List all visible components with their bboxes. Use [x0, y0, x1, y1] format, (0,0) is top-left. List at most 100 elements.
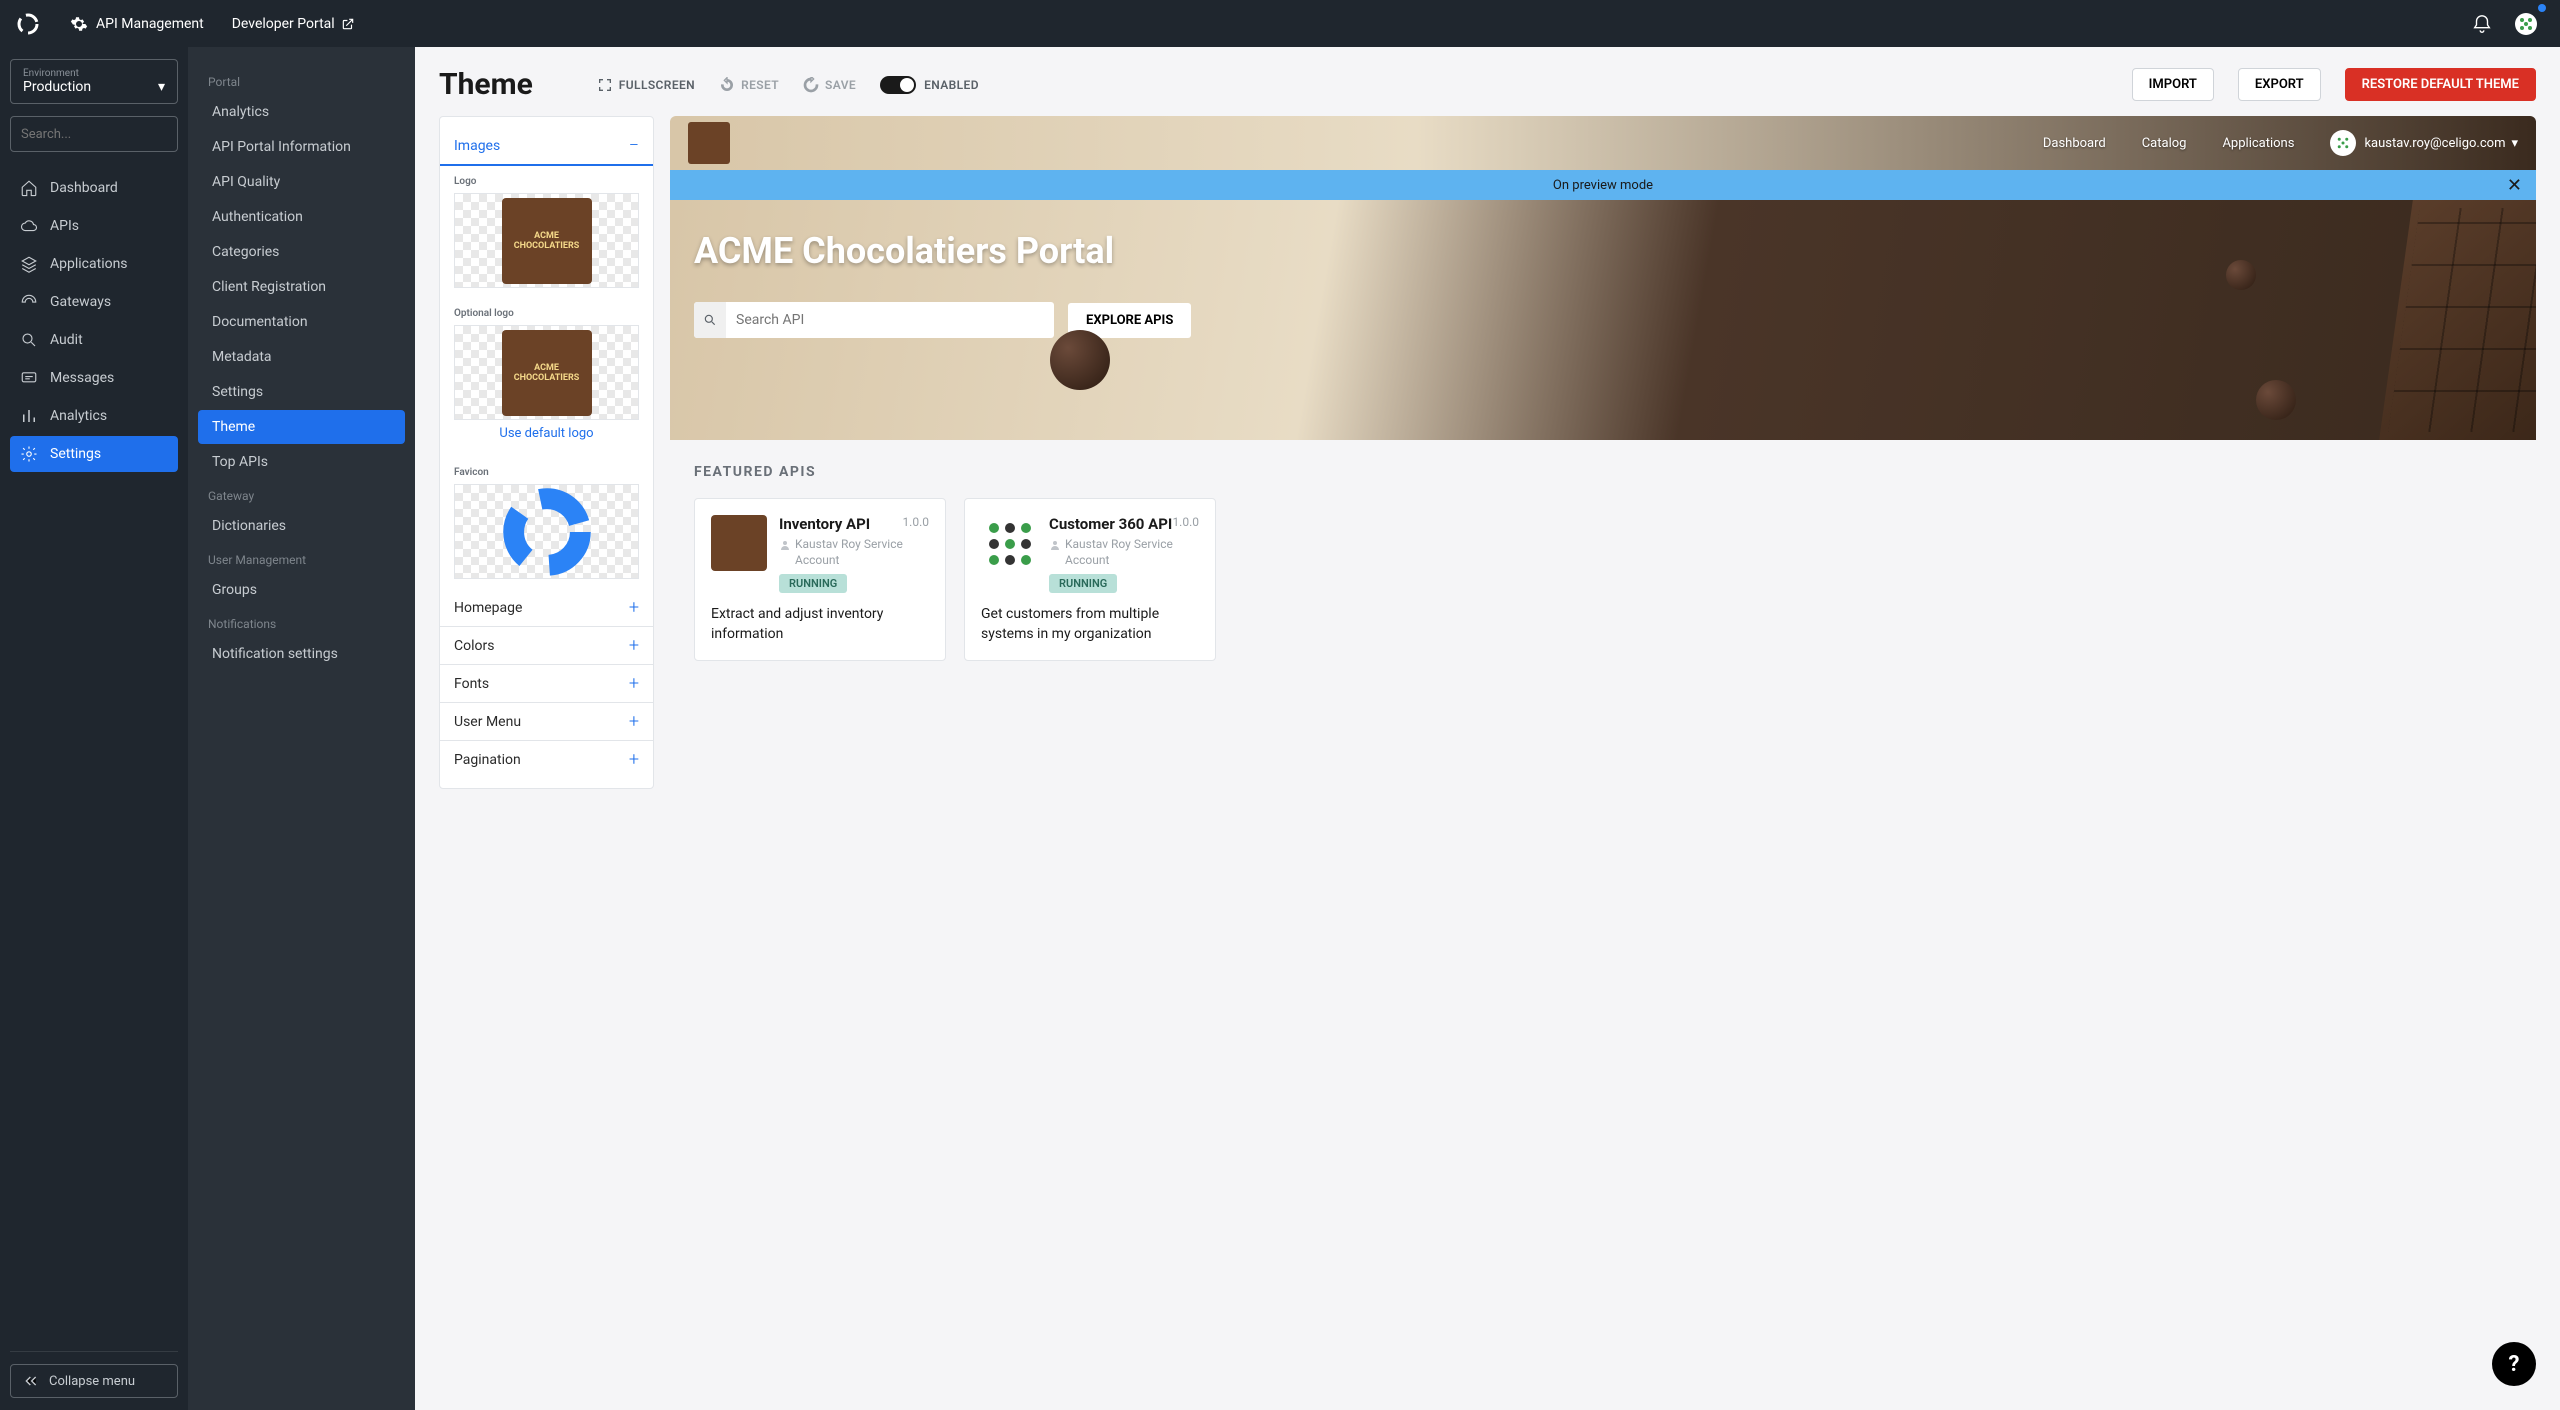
nav-apis[interactable]: APIs	[10, 208, 178, 244]
preview-nav-dashboard[interactable]: Dashboard	[2043, 136, 2106, 151]
nav-label: Dashboard	[50, 180, 118, 196]
preview-avatar-icon	[2330, 130, 2356, 156]
fullscreen-button[interactable]: FULLSCREEN	[597, 77, 695, 93]
nav-messages[interactable]: Messages	[10, 360, 178, 396]
restore-default-button[interactable]: RESTORE DEFAULT THEME	[2345, 68, 2536, 101]
preview-logo-icon	[688, 122, 730, 164]
toggle-switch[interactable]	[880, 76, 916, 94]
sub-item-notification-settings[interactable]: Notification settings	[198, 637, 405, 671]
environment-value: Production	[23, 79, 91, 95]
notifications-button[interactable]	[2464, 6, 2500, 42]
sub-item-groups[interactable]: Groups	[198, 573, 405, 607]
api-card-logo-icon	[981, 515, 1037, 571]
save-button[interactable]: SAVE	[803, 77, 856, 93]
plus-icon: +	[629, 749, 639, 770]
export-button[interactable]: EXPORT	[2238, 68, 2321, 101]
logo-preview[interactable]: ACMECHOCOLATIERS	[454, 193, 639, 288]
preview-user-menu[interactable]: kaustav.roy@celigo.com ▾	[2330, 130, 2518, 156]
plus-icon: +	[629, 673, 639, 694]
api-card-logo-icon	[711, 515, 767, 571]
import-button[interactable]: IMPORT	[2132, 68, 2214, 101]
environment-selector[interactable]: Environment Production ▾	[10, 59, 178, 104]
sub-item-dictionaries[interactable]: Dictionaries	[198, 509, 405, 543]
sub-item-api-portal-info[interactable]: API Portal Information	[198, 130, 405, 164]
topbar-developer-portal[interactable]: Developer Portal	[218, 16, 377, 32]
accordion-user-menu[interactable]: User Menu+	[440, 703, 653, 741]
accordion-label: User Menu	[454, 714, 521, 730]
nav-settings[interactable]: Settings	[10, 436, 178, 472]
preview-nav-applications[interactable]: Applications	[2222, 136, 2294, 151]
nav-label: Messages	[50, 370, 114, 386]
sidebar: Environment Production ▾ Dashboard APIs A…	[0, 47, 188, 1410]
preview-mode-banner: On preview mode ✕	[670, 170, 2536, 200]
accordion-pagination[interactable]: Pagination+	[440, 741, 653, 778]
optional-logo-preview[interactable]: ACMECHOCOLATIERS	[454, 325, 639, 420]
sub-item-documentation[interactable]: Documentation	[198, 305, 405, 339]
external-link-icon	[341, 17, 355, 31]
collapse-label: Collapse menu	[49, 1374, 135, 1389]
accordion-fonts[interactable]: Fonts +	[440, 665, 653, 703]
sub-item-categories[interactable]: Categories	[198, 235, 405, 269]
nav-audit[interactable]: Audit	[10, 322, 178, 358]
accordion-homepage[interactable]: Homepage+	[440, 589, 653, 627]
reset-icon	[719, 77, 735, 93]
page-title: Theme	[439, 67, 533, 102]
nav-analytics[interactable]: Analytics	[10, 398, 178, 434]
preview-search-box[interactable]	[694, 302, 1054, 338]
sub-item-api-quality[interactable]: API Quality	[198, 165, 405, 199]
use-default-logo-link[interactable]: Use default logo	[454, 420, 639, 447]
sub-item-theme[interactable]: Theme	[198, 410, 405, 444]
optional-logo-label: Optional logo	[454, 308, 639, 319]
chevron-down-icon: ▾	[2511, 136, 2518, 151]
accordion-images[interactable]: Images −	[440, 127, 653, 166]
main-content: Theme FULLSCREEN RESET SAVE ENABLED IMPO…	[415, 47, 2560, 1410]
app-logo-icon	[16, 12, 40, 36]
favicon-icon	[497, 482, 597, 582]
sub-item-top-apis[interactable]: Top APIs	[198, 445, 405, 479]
chocolate-sphere-decoration	[1050, 330, 1110, 390]
topbar: API Management Developer Portal	[0, 0, 2560, 47]
user-avatar-button[interactable]	[2508, 6, 2544, 42]
close-banner-button[interactable]: ✕	[2507, 175, 2522, 196]
acme-logo-icon: ACMECHOCOLATIERS	[502, 198, 592, 284]
featured-heading: FEATURED APIS	[694, 464, 2512, 480]
favicon-label: Favicon	[454, 467, 639, 478]
accordion-label: Fonts	[454, 676, 489, 692]
collapse-icon	[23, 1373, 39, 1389]
topbar-developer-portal-label: Developer Portal	[232, 16, 335, 32]
nav-label: Gateways	[50, 294, 111, 310]
settings-icon	[20, 445, 38, 463]
preview-nav-catalog[interactable]: Catalog	[2142, 136, 2187, 151]
audit-icon	[20, 331, 38, 349]
sub-item-metadata[interactable]: Metadata	[198, 340, 405, 374]
accordion-label: Colors	[454, 638, 494, 654]
sidebar-search[interactable]	[10, 116, 178, 152]
favicon-preview[interactable]	[454, 484, 639, 579]
nav-dashboard[interactable]: Dashboard	[10, 170, 178, 206]
sub-item-client-registration[interactable]: Client Registration	[198, 270, 405, 304]
enabled-toggle[interactable]: ENABLED	[880, 76, 979, 94]
chevron-down-icon: ▾	[158, 79, 165, 95]
sidebar-search-input[interactable]	[21, 127, 187, 142]
sub-item-settings[interactable]: Settings	[198, 375, 405, 409]
collapse-menu-button[interactable]: Collapse menu	[10, 1364, 178, 1398]
api-card[interactable]: 1.0.0 Inventory API Kaustav Roy Service …	[694, 498, 946, 661]
api-card[interactable]: 1.0.0 Customer 360 API Kaustav Roy Servi…	[964, 498, 1216, 661]
nav-applications[interactable]: Applications	[10, 246, 178, 282]
nav-label: Applications	[50, 256, 128, 272]
status-badge: RUNNING	[779, 574, 847, 593]
sub-item-authentication[interactable]: Authentication	[198, 200, 405, 234]
nav-gateways[interactable]: Gateways	[10, 284, 178, 320]
topbar-api-management[interactable]: API Management	[56, 15, 218, 33]
environment-label: Environment	[23, 68, 165, 79]
preview-user-email: kaustav.roy@celigo.com	[2364, 136, 2505, 151]
sub-item-analytics[interactable]: Analytics	[198, 95, 405, 129]
enabled-label: ENABLED	[924, 78, 979, 92]
preview-search-input[interactable]	[726, 312, 1054, 328]
accordion-colors[interactable]: Colors+	[440, 627, 653, 665]
reset-label: RESET	[741, 78, 779, 92]
gear-icon	[70, 15, 88, 33]
reset-button[interactable]: RESET	[719, 77, 779, 93]
help-button[interactable]: ?	[2492, 1342, 2536, 1386]
nav-label: Audit	[50, 332, 83, 348]
